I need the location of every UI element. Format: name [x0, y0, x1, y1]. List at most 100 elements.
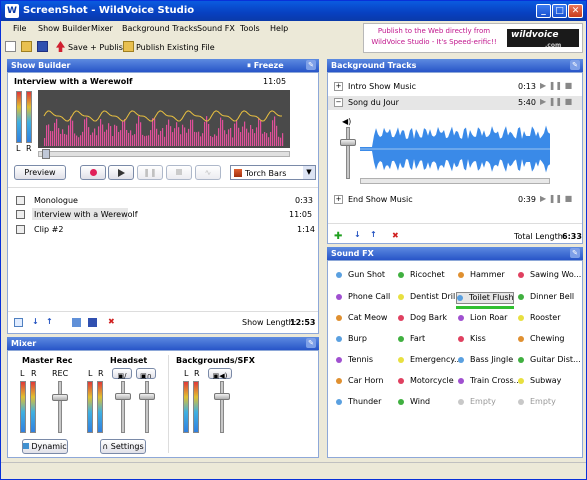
track-waveform[interactable] [360, 123, 550, 175]
sound-fx-button[interactable]: Phone Call [336, 292, 394, 304]
settings-button[interactable]: ∩ Settings [100, 439, 146, 454]
pin-icon[interactable]: ✎ [570, 60, 580, 70]
add-segment-icon[interactable] [14, 318, 23, 327]
waveform-display[interactable] [38, 90, 290, 148]
sound-fx-button[interactable]: Empty [458, 397, 516, 409]
headset-headphone-fader[interactable] [145, 381, 149, 433]
track-volume-fader[interactable] [346, 127, 350, 179]
publish-existing-icon[interactable] [123, 41, 134, 52]
menu-file[interactable]: File [13, 24, 26, 33]
move-down-icon[interactable]: ↓ [32, 317, 39, 326]
sound-fx-button[interactable]: Lion Roar [458, 313, 516, 325]
sound-fx-button[interactable]: Fart [398, 334, 456, 346]
bg-speaker-toggle[interactable]: ▣◀) [208, 368, 232, 380]
track-row-selected[interactable]: − Song du Jour 5:40 ▶ ❚❚ ■ [328, 96, 582, 110]
waveform-bar [256, 127, 258, 146]
timeline-scrollbar[interactable] [38, 151, 290, 157]
open-folder-icon[interactable] [21, 41, 32, 52]
sound-fx-button[interactable]: Bass Jingle [458, 355, 516, 367]
headset-mic-knob[interactable] [115, 393, 131, 400]
folder-icon[interactable] [72, 318, 81, 327]
sound-fx-button[interactable]: Toilet Flush [456, 292, 514, 304]
sound-fx-button[interactable]: Burp [336, 334, 394, 346]
sound-fx-button[interactable]: Thunder [336, 397, 394, 409]
sound-fx-button[interactable]: Tennis [336, 355, 394, 367]
visual-effect-dropdown[interactable]: Torch Bars ▼ [230, 165, 316, 180]
preview-button[interactable]: Preview [14, 165, 66, 180]
track-play-icon[interactable]: ▶ ❚❚ ■ [540, 97, 572, 106]
sound-fx-button[interactable]: Dog Bark [398, 313, 456, 325]
publish-existing-button[interactable]: Publish Existing File [136, 43, 215, 52]
pin-icon[interactable]: ✎ [306, 338, 316, 348]
expand-icon[interactable]: + [334, 195, 343, 204]
new-file-icon[interactable] [5, 41, 16, 52]
sound-fx-button[interactable]: Dentist Drill [398, 292, 457, 304]
sound-fx-button[interactable]: Cat Meow [336, 313, 394, 325]
sound-fx-button[interactable]: Train Cross... [458, 376, 521, 388]
menu-tools[interactable]: Tools [240, 24, 260, 33]
headset-headphone-knob[interactable] [139, 393, 155, 400]
bg-fader[interactable] [220, 381, 224, 433]
sound-fx-button[interactable]: Ricochet [398, 270, 456, 282]
freeze-button[interactable]: ⏸ Freeze [247, 61, 284, 71]
pin-icon[interactable]: ✎ [306, 60, 316, 70]
sound-fx-button[interactable]: Kiss [458, 334, 516, 346]
save-icon[interactable] [37, 41, 48, 52]
track-play-icon[interactable]: ▶ ❚❚ ■ [540, 194, 572, 203]
chevron-down-icon[interactable]: ▼ [303, 166, 315, 179]
sound-fx-button[interactable]: Subway [518, 376, 576, 388]
delete-icon[interactable]: ✖ [108, 317, 115, 326]
move-down-icon[interactable]: ↓ [354, 230, 361, 239]
pin-icon[interactable]: ✎ [570, 248, 580, 258]
sound-fx-button[interactable]: Chewing [518, 334, 576, 346]
stop-button[interactable] [166, 165, 192, 180]
move-up-icon[interactable]: ↑ [370, 230, 377, 239]
add-track-icon[interactable]: ✚ [334, 231, 342, 242]
promo-banner[interactable]: Publish to the Web directly from WildVoi… [363, 23, 583, 53]
sound-fx-button[interactable]: Dinner Bell [518, 292, 576, 304]
dynamic-button[interactable]: Dynamic [22, 439, 68, 454]
sound-fx-button[interactable]: Sawing Wo... [518, 270, 581, 282]
minimize-button[interactable]: _ [536, 4, 551, 18]
delete-icon[interactable]: ✖ [392, 231, 399, 240]
sound-fx-button[interactable]: Car Horn [336, 376, 394, 388]
pause-button[interactable]: ❚❚ [137, 165, 163, 180]
timeline-thumb[interactable] [42, 149, 50, 159]
expand-icon[interactable]: + [334, 82, 343, 91]
sound-fx-button[interactable]: Emergency... [398, 355, 462, 367]
save-segment-icon[interactable] [88, 318, 97, 327]
sound-fx-button[interactable]: Rooster [518, 313, 576, 325]
headset-headphones-toggle[interactable]: ▣∩ [136, 368, 156, 380]
waveform-bar [246, 128, 248, 146]
menu-sound-fx[interactable]: Sound FX [197, 24, 235, 33]
save-publish-button[interactable]: Save + Publish [68, 43, 128, 52]
track-scrollbar[interactable] [360, 178, 550, 184]
track-play-icon[interactable]: ▶ ❚❚ ■ [540, 81, 572, 90]
menu-background-tracks[interactable]: Background Tracks [122, 24, 197, 33]
sound-fx-button[interactable]: Wind [398, 397, 456, 409]
menu-help[interactable]: Help [270, 24, 288, 33]
menu-mixer[interactable]: Mixer [91, 24, 113, 33]
master-fader[interactable] [58, 381, 62, 433]
headset-mic-toggle[interactable]: ▣/ [112, 368, 132, 380]
sound-fx-button[interactable]: Empty [518, 397, 576, 409]
publish-arrow-icon[interactable] [56, 41, 65, 52]
close-button[interactable]: ✕ [568, 4, 583, 18]
sound-fx-button[interactable]: Gun Shot [336, 270, 394, 282]
bg-fader-knob[interactable] [214, 393, 230, 400]
menu-show-builder[interactable]: Show Builder [38, 24, 90, 33]
fade-button[interactable]: ∿ [195, 165, 221, 180]
maximize-button[interactable]: □ [552, 4, 567, 18]
sound-fx-label: Hammer [470, 270, 505, 279]
track-volume-knob[interactable] [340, 139, 356, 146]
play-button[interactable] [108, 165, 134, 180]
sound-fx-button[interactable]: Hammer [458, 270, 516, 282]
sound-fx-button[interactable]: Guitar Dist... [518, 355, 581, 367]
master-fader-knob[interactable] [52, 394, 68, 401]
collapse-icon[interactable]: − [334, 98, 343, 107]
headset-mic-fader[interactable] [121, 381, 125, 433]
waveform-bar [258, 118, 260, 146]
sound-fx-button[interactable]: Motorcycle [398, 376, 456, 388]
record-button[interactable] [80, 165, 106, 180]
move-up-icon[interactable]: ↑ [46, 317, 53, 326]
